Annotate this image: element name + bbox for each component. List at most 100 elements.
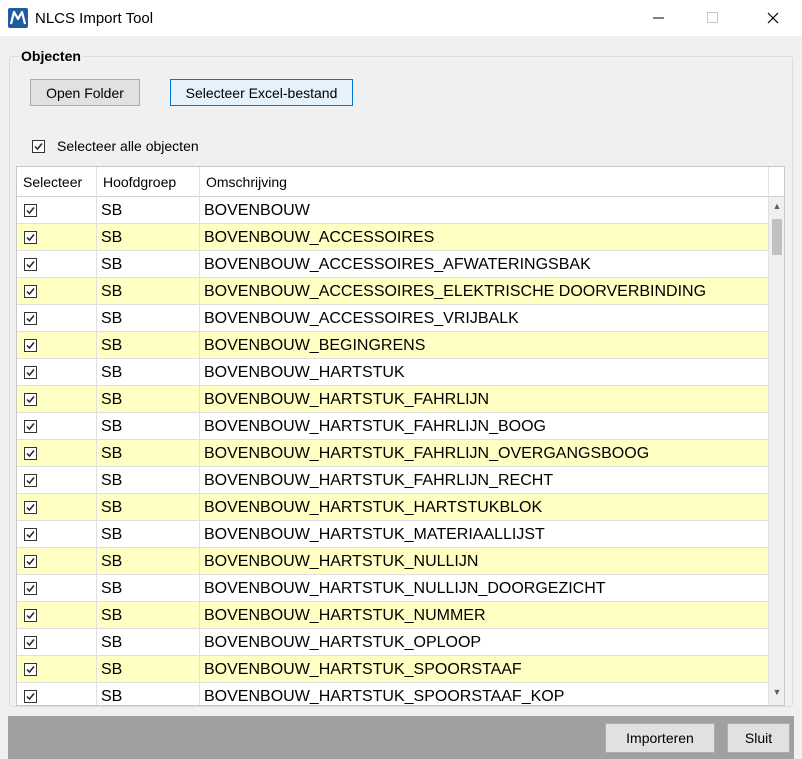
open-folder-button[interactable]: Open Folder: [30, 79, 140, 106]
table-row[interactable]: SB BOVENBOUW_HARTSTUK: [17, 359, 769, 386]
checkmark-icon: [26, 531, 35, 539]
row-select-cell[interactable]: [17, 278, 97, 305]
row-checkbox[interactable]: [24, 204, 37, 217]
row-select-cell[interactable]: [17, 602, 97, 629]
table-row[interactable]: SB BOVENBOUW_HARTSTUK_SPOORSTAAF: [17, 656, 769, 683]
close-icon: [767, 12, 779, 24]
import-button[interactable]: Importeren: [605, 723, 715, 753]
row-select-cell[interactable]: [17, 197, 97, 224]
row-select-cell[interactable]: [17, 413, 97, 440]
table-row[interactable]: SB BOVENBOUW_HARTSTUK_FAHRLIJN_OVERGANGSB…: [17, 440, 769, 467]
row-select-cell[interactable]: [17, 305, 97, 332]
table-row[interactable]: SB BOVENBOUW_HARTSTUK_FAHRLIJN_BOOG: [17, 413, 769, 440]
row-checkbox[interactable]: [24, 501, 37, 514]
table-row[interactable]: SB BOVENBOUW_ACCESSOIRES_VRIJBALK: [17, 305, 769, 332]
maximize-button[interactable]: [690, 0, 736, 36]
row-select-cell[interactable]: [17, 575, 97, 602]
column-header-hoofdgroep[interactable]: Hoofdgroep: [97, 167, 200, 197]
row-checkbox[interactable]: [24, 231, 37, 244]
row-checkbox[interactable]: [24, 555, 37, 568]
checkbox[interactable]: [32, 139, 45, 153]
checkmark-icon: [26, 369, 35, 377]
scroll-thumb[interactable]: [772, 219, 782, 255]
row-checkbox[interactable]: [24, 339, 37, 352]
table-row[interactable]: SB BOVENBOUW_HARTSTUK_NULLIJN: [17, 548, 769, 575]
row-hoofdgroep: SB: [97, 548, 200, 575]
table-row[interactable]: SB BOVENBOUW_HARTSTUK_HARTSTUKBLOK: [17, 494, 769, 521]
group-label: Objecten: [19, 48, 83, 64]
row-checkbox[interactable]: [24, 609, 37, 622]
table-row[interactable]: SB BOVENBOUW_ACCESSOIRES_ELEKTRISCHE DOOR…: [17, 278, 769, 305]
row-checkbox[interactable]: [24, 474, 37, 487]
row-omschrijving: BOVENBOUW_HARTSTUK_NULLIJN_DOORGEZICHT: [200, 575, 769, 602]
row-omschrijving: BOVENBOUW_ACCESSOIRES_VRIJBALK: [200, 305, 769, 332]
checkmark-icon: [26, 396, 35, 404]
checkmark-icon: [26, 504, 35, 512]
table-row[interactable]: SB BOVENBOUW_HARTSTUK_MATERIAALLIJST: [17, 521, 769, 548]
table-row[interactable]: SB BOVENBOUW_HARTSTUK_NUMMER: [17, 602, 769, 629]
row-select-cell[interactable]: [17, 251, 97, 278]
row-hoofdgroep: SB: [97, 197, 200, 224]
row-checkbox[interactable]: [24, 663, 37, 676]
row-checkbox[interactable]: [24, 690, 37, 703]
row-hoofdgroep: SB: [97, 278, 200, 305]
table-row[interactable]: SB BOVENBOUW_ACCESSOIRES: [17, 224, 769, 251]
table-row[interactable]: SB BOVENBOUW_HARTSTUK_FAHRLIJN_RECHT: [17, 467, 769, 494]
row-select-cell[interactable]: [17, 224, 97, 251]
checkmark-icon: [26, 423, 35, 431]
row-checkbox[interactable]: [24, 528, 37, 541]
row-select-cell[interactable]: [17, 548, 97, 575]
row-select-cell[interactable]: [17, 521, 97, 548]
row-select-cell[interactable]: [17, 332, 97, 359]
checkmark-icon: [26, 288, 35, 296]
column-header-selecteer[interactable]: Selecteer: [17, 167, 97, 197]
row-omschrijving: BOVENBOUW_ACCESSOIRES_AFWATERINGSBAK: [200, 251, 769, 278]
maximize-icon: [707, 12, 718, 23]
table-row[interactable]: SB BOVENBOUW_HARTSTUK_FAHRLIJN: [17, 386, 769, 413]
row-checkbox[interactable]: [24, 312, 37, 325]
select-excel-button[interactable]: Selecteer Excel-bestand: [170, 79, 353, 106]
row-checkbox[interactable]: [24, 366, 37, 379]
objects-grid: Selecteer Hoofdgroep Omschrijving SB BOVE…: [16, 166, 785, 706]
row-select-cell[interactable]: [17, 629, 97, 656]
row-checkbox[interactable]: [24, 447, 37, 460]
row-select-cell[interactable]: [17, 440, 97, 467]
minimize-button[interactable]: [636, 0, 682, 36]
row-omschrijving: BOVENBOUW_HARTSTUK_HARTSTUKBLOK: [200, 494, 769, 521]
row-checkbox[interactable]: [24, 258, 37, 271]
scroll-down-icon[interactable]: ▼: [769, 683, 784, 700]
row-checkbox[interactable]: [24, 582, 37, 595]
row-hoofdgroep: SB: [97, 602, 200, 629]
checkmark-icon: [26, 585, 35, 593]
table-row[interactable]: SB BOVENBOUW_ACCESSOIRES_AFWATERINGSBAK: [17, 251, 769, 278]
checkmark-icon: [26, 666, 35, 674]
row-select-cell[interactable]: [17, 656, 97, 683]
column-header-omschrijving[interactable]: Omschrijving: [200, 167, 769, 197]
table-row[interactable]: SB BOVENBOUW: [17, 197, 769, 224]
table-row[interactable]: SB BOVENBOUW_HARTSTUK_SPOORSTAAF_KOP: [17, 683, 769, 705]
row-select-cell[interactable]: [17, 494, 97, 521]
minimize-icon: [653, 17, 664, 19]
close-button[interactable]: Sluit: [727, 723, 790, 753]
row-hoofdgroep: SB: [97, 575, 200, 602]
close-window-button[interactable]: [750, 0, 796, 36]
row-hoofdgroep: SB: [97, 386, 200, 413]
row-select-cell[interactable]: [17, 359, 97, 386]
checkmark-icon: [34, 142, 43, 150]
row-checkbox[interactable]: [24, 636, 37, 649]
row-select-cell[interactable]: [17, 467, 97, 494]
row-select-cell[interactable]: [17, 386, 97, 413]
table-row[interactable]: SB BOVENBOUW_BEGINGRENS: [17, 332, 769, 359]
select-all-checkbox[interactable]: Selecteer alle objecten: [32, 138, 199, 154]
row-select-cell[interactable]: [17, 683, 97, 705]
row-hoofdgroep: SB: [97, 494, 200, 521]
row-checkbox[interactable]: [24, 285, 37, 298]
row-checkbox[interactable]: [24, 420, 37, 433]
table-row[interactable]: SB BOVENBOUW_HARTSTUK_NULLIJN_DOORGEZICHT: [17, 575, 769, 602]
scroll-up-icon[interactable]: ▲: [769, 197, 784, 214]
table-row[interactable]: SB BOVENBOUW_HARTSTUK_OPLOOP: [17, 629, 769, 656]
row-checkbox[interactable]: [24, 393, 37, 406]
vertical-scrollbar[interactable]: ▲ ▼: [769, 197, 784, 705]
row-hoofdgroep: SB: [97, 656, 200, 683]
checkmark-icon: [26, 693, 35, 701]
